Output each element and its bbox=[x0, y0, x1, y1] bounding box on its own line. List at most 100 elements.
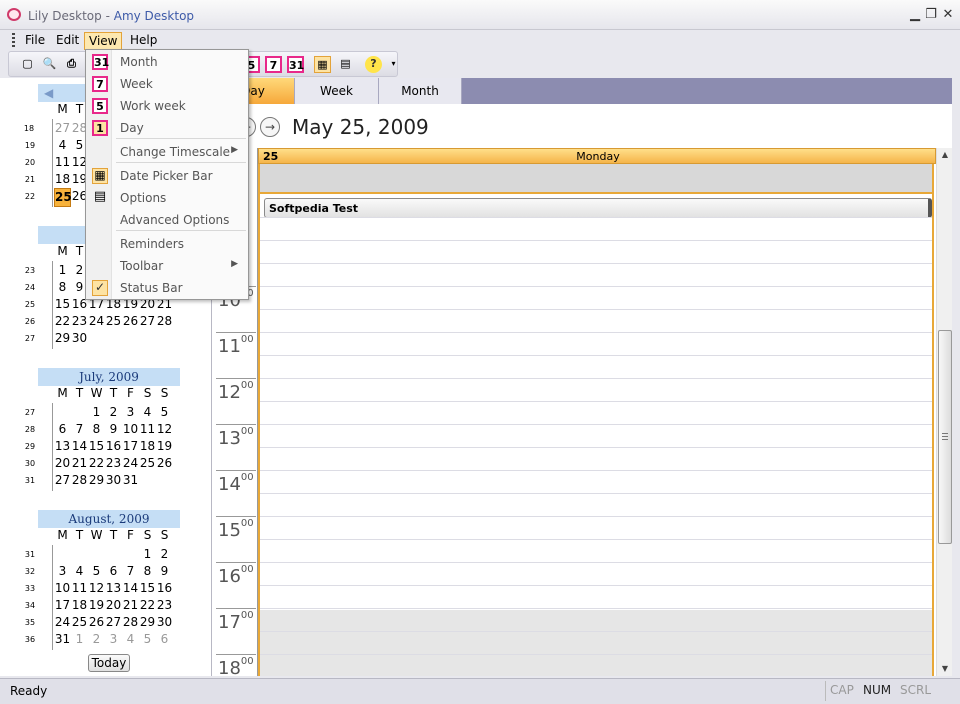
minimize-icon[interactable]: ▁ bbox=[908, 8, 922, 22]
calendar-day[interactable]: 30 bbox=[105, 472, 122, 489]
calendar-day[interactable]: 1 bbox=[88, 404, 105, 421]
calendar-day[interactable]: 29 bbox=[54, 330, 71, 347]
calendar-day-selected[interactable]: 25 bbox=[54, 188, 72, 207]
calendar-day[interactable]: 4 bbox=[122, 631, 139, 648]
print-preview-icon[interactable]: 🔍 bbox=[41, 56, 58, 73]
calendar-day[interactable]: 15 bbox=[54, 296, 71, 313]
menu-item-change-timescale[interactable]: Change Timescale ▶ bbox=[86, 141, 248, 163]
calendar-day[interactable]: 26 bbox=[122, 313, 139, 330]
calendar-day[interactable]: 25 bbox=[105, 313, 122, 330]
menu-item-month[interactable]: 31 Month bbox=[86, 51, 248, 73]
calendar-day[interactable]: 12 bbox=[88, 580, 105, 597]
calendar-day[interactable]: 16 bbox=[156, 580, 173, 597]
menu-item-status-bar[interactable]: ✓ Status Bar bbox=[86, 277, 248, 299]
calendar-day[interactable]: 17 bbox=[54, 597, 71, 614]
calendar-day[interactable]: 4 bbox=[139, 404, 156, 421]
menu-grip-icon[interactable] bbox=[12, 33, 15, 47]
menu-item-date-picker-bar[interactable]: ▦ Date Picker Bar bbox=[86, 165, 248, 187]
calendar-day[interactable]: 24 bbox=[88, 313, 105, 330]
calendar-day[interactable]: 4 bbox=[71, 563, 88, 580]
menu-item-work-week[interactable]: 5 Work week bbox=[86, 95, 248, 117]
menu-item-toolbar[interactable]: Toolbar ▶ bbox=[86, 255, 248, 277]
calendar-day[interactable]: 3 bbox=[122, 404, 139, 421]
calendar-day[interactable]: 12 bbox=[156, 421, 173, 438]
toolbar-overflow-icon[interactable]: ▾ bbox=[385, 56, 402, 73]
calendar-day[interactable]: 30 bbox=[71, 330, 88, 347]
calendar-day[interactable]: 27 bbox=[54, 472, 71, 489]
calendar-day[interactable]: 28 bbox=[71, 472, 88, 489]
date-picker-toggle-icon[interactable]: ▦ bbox=[314, 56, 331, 73]
calendar-day[interactable]: 22 bbox=[88, 455, 105, 472]
menu-item-advanced-options[interactable]: Advanced Options bbox=[86, 209, 248, 231]
calendar-day[interactable]: 28 bbox=[122, 614, 139, 631]
maximize-icon[interactable]: ❐ bbox=[924, 8, 938, 22]
calendar-day[interactable]: 31 bbox=[54, 631, 71, 648]
calendar-day[interactable]: 26 bbox=[88, 614, 105, 631]
calendar-day[interactable]: 27 bbox=[105, 614, 122, 631]
calendar-day[interactable]: 15 bbox=[88, 438, 105, 455]
calendar-day[interactable]: 3 bbox=[54, 563, 71, 580]
calendar-day[interactable]: 1 bbox=[54, 262, 71, 279]
calendar-day[interactable]: 4 bbox=[54, 137, 71, 154]
calendar-day[interactable]: 5 bbox=[88, 563, 105, 580]
tab-week[interactable]: Week bbox=[295, 78, 379, 104]
calendar-day[interactable]: 22 bbox=[139, 597, 156, 614]
menu-item-day[interactable]: 1 Day bbox=[86, 117, 248, 139]
all-day-area[interactable] bbox=[258, 164, 934, 192]
calendar-day[interactable]: 13 bbox=[105, 580, 122, 597]
new-icon[interactable]: ▢ bbox=[19, 56, 36, 73]
calendar-day[interactable]: 13 bbox=[54, 438, 71, 455]
calendar-day[interactable]: 18 bbox=[54, 171, 71, 188]
scroll-thumb[interactable] bbox=[938, 330, 952, 544]
calendar-day[interactable]: 23 bbox=[156, 597, 173, 614]
menu-item-reminders[interactable]: Reminders bbox=[86, 233, 248, 255]
calendar-day[interactable]: 30 bbox=[156, 614, 173, 631]
calendar-day[interactable]: 8 bbox=[54, 279, 71, 296]
menu-view[interactable]: View bbox=[84, 32, 123, 50]
calendar-day[interactable]: 25 bbox=[71, 614, 88, 631]
calendar-day[interactable]: 10 bbox=[122, 421, 139, 438]
calendar-day[interactable]: 11 bbox=[71, 580, 88, 597]
calendar-day[interactable]: 10 bbox=[54, 580, 71, 597]
calendar-day[interactable]: 15 bbox=[139, 580, 156, 597]
help-icon[interactable]: ? bbox=[365, 56, 382, 73]
close-icon[interactable]: ✕ bbox=[941, 8, 955, 22]
calendar-day[interactable]: 8 bbox=[139, 563, 156, 580]
calendar-day[interactable]: 16 bbox=[105, 438, 122, 455]
calendar-day[interactable]: 29 bbox=[88, 472, 105, 489]
calendar-day[interactable]: 5 bbox=[139, 631, 156, 648]
calendar-day[interactable]: 27 bbox=[139, 313, 156, 330]
calendar-day[interactable]: 11 bbox=[54, 154, 71, 171]
scroll-up-icon[interactable]: ▲ bbox=[937, 148, 953, 162]
calendar-day[interactable]: 28 bbox=[156, 313, 173, 330]
calendar-day[interactable]: 18 bbox=[71, 597, 88, 614]
calendar-day[interactable]: 14 bbox=[122, 580, 139, 597]
calendar-day[interactable]: 27 bbox=[54, 120, 71, 137]
calendar-day[interactable]: 26 bbox=[156, 455, 173, 472]
calendar-day[interactable]: 20 bbox=[54, 455, 71, 472]
menu-file[interactable]: File bbox=[21, 32, 49, 50]
calendar-day[interactable]: 2 bbox=[156, 546, 173, 563]
calendar-day[interactable]: 11 bbox=[139, 421, 156, 438]
tab-month[interactable]: Month bbox=[379, 78, 462, 104]
calendar-day[interactable]: 5 bbox=[156, 404, 173, 421]
calendar-day[interactable]: 23 bbox=[71, 313, 88, 330]
calendar-day[interactable]: 6 bbox=[156, 631, 173, 648]
calendar-day[interactable]: 7 bbox=[71, 421, 88, 438]
print-icon[interactable]: ⎙ bbox=[63, 56, 80, 73]
calendar-day[interactable]: 6 bbox=[54, 421, 71, 438]
calendar-day[interactable]: 25 bbox=[139, 455, 156, 472]
calendar-day[interactable]: 17 bbox=[122, 438, 139, 455]
calendar-day[interactable]: 2 bbox=[105, 404, 122, 421]
calendar-day[interactable]: 14 bbox=[71, 438, 88, 455]
calendar-day[interactable]: 22 bbox=[54, 313, 71, 330]
calendar-day[interactable]: 19 bbox=[156, 438, 173, 455]
calendar-day[interactable]: 21 bbox=[71, 455, 88, 472]
day-view-scrollbar[interactable]: ▲ ▼ bbox=[936, 148, 952, 676]
calendar-day[interactable]: 8 bbox=[88, 421, 105, 438]
calendar-day[interactable]: 23 bbox=[105, 455, 122, 472]
prev-month-icon[interactable]: ◀ bbox=[44, 84, 53, 102]
options-icon[interactable]: ▤ bbox=[337, 56, 354, 73]
calendar-day[interactable]: 24 bbox=[122, 455, 139, 472]
calendar-day[interactable]: 7 bbox=[122, 563, 139, 580]
